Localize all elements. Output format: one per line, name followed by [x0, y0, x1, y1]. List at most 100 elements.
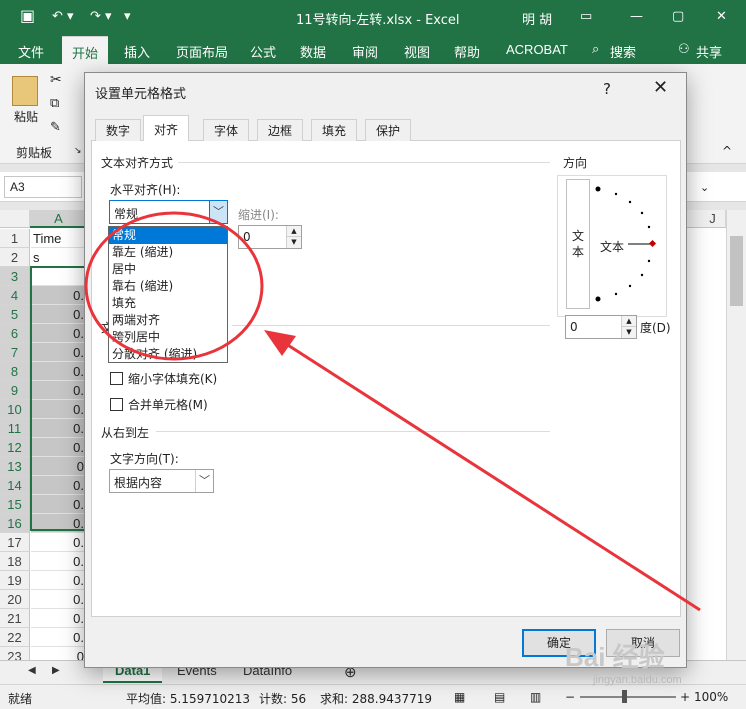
row-header[interactable]: 3: [0, 267, 30, 286]
page-layout-view-icon[interactable]: ▤: [494, 690, 505, 704]
row-header[interactable]: 21: [0, 609, 30, 628]
text-direction-select[interactable]: 根据内容 ﹀: [109, 469, 214, 493]
close-window-icon[interactable]: ✕: [716, 9, 727, 24]
help-button[interactable]: ?: [603, 80, 611, 98]
row-header[interactable]: 9: [0, 381, 30, 400]
normal-view-icon[interactable]: ▦: [454, 690, 465, 704]
vertical-text-button[interactable]: 文 本: [566, 179, 590, 309]
tab-formulas[interactable]: 公式: [250, 42, 276, 61]
cell-a[interactable]: 0.: [31, 590, 87, 609]
tab-help[interactable]: 帮助: [454, 42, 480, 61]
cell-a[interactable]: 0.: [31, 533, 87, 552]
paste-button[interactable]: 粘贴: [14, 108, 38, 125]
row-header[interactable]: 17: [0, 533, 30, 552]
degrees-spinner[interactable]: 0 ▲ ▼: [565, 315, 637, 339]
customize-qat-icon[interactable]: ▾: [124, 9, 131, 24]
dropdown-option[interactable]: 两端对齐: [109, 312, 227, 329]
dropdown-option[interactable]: 居中: [109, 261, 227, 278]
page-break-view-icon[interactable]: ▥: [530, 690, 541, 704]
row-header[interactable]: 14: [0, 476, 30, 495]
save-icon[interactable]: ▣: [20, 6, 35, 25]
tab-review[interactable]: 审阅: [352, 42, 378, 61]
tab-page-layout[interactable]: 页面布局: [176, 42, 228, 61]
cell-a[interactable]: s: [31, 248, 87, 267]
cell-a[interactable]: Time: [31, 229, 87, 248]
tab-home[interactable]: 开始: [62, 36, 109, 64]
spin-down-icon[interactable]: ▼: [621, 327, 636, 338]
row-header[interactable]: 6: [0, 324, 30, 343]
row-header[interactable]: 10: [0, 400, 30, 419]
expand-formula-icon[interactable]: ⌄: [700, 181, 709, 194]
vertical-scrollbar[interactable]: [726, 210, 746, 660]
tab-share[interactable]: 共享: [696, 42, 722, 61]
tab-number[interactable]: 数字: [95, 119, 142, 141]
row-header[interactable]: 7: [0, 343, 30, 362]
dropdown-option[interactable]: 填充: [109, 295, 227, 312]
search-icon[interactable]: ⌕: [592, 42, 599, 57]
row-header[interactable]: 4: [0, 286, 30, 305]
paste-icon[interactable]: [12, 76, 38, 106]
column-header-j[interactable]: J: [700, 210, 726, 228]
dropdown-option[interactable]: 分散对齐 (缩进): [109, 346, 227, 363]
collapse-ribbon-icon[interactable]: ^: [722, 144, 732, 158]
row-header[interactable]: 11: [0, 419, 30, 438]
merge-cells-checkbox[interactable]: 合并单元格(M): [110, 396, 208, 413]
tab-insert[interactable]: 插入: [124, 42, 150, 61]
tab-fill[interactable]: 填充: [311, 119, 358, 141]
tab-acrobat[interactable]: ACROBAT: [506, 42, 568, 57]
column-header-a[interactable]: A: [30, 210, 88, 228]
row-header[interactable]: 22: [0, 628, 30, 647]
row-header[interactable]: 15: [0, 495, 30, 514]
checkbox-box[interactable]: [110, 398, 123, 411]
tab-view[interactable]: 视图: [404, 42, 430, 61]
user-name[interactable]: 明 胡: [522, 9, 552, 28]
redo-icon[interactable]: ↷ ▾: [90, 9, 112, 24]
shrink-to-fit-checkbox[interactable]: 缩小字体填充(K): [110, 370, 217, 387]
next-sheet-icon[interactable]: ▶: [52, 665, 60, 676]
row-header[interactable]: 2: [0, 248, 30, 267]
row-header[interactable]: 16: [0, 514, 30, 533]
name-box[interactable]: A3: [4, 176, 82, 198]
dropdown-option[interactable]: 常规: [109, 227, 227, 244]
tab-border[interactable]: 边框: [257, 119, 304, 141]
maximize-icon[interactable]: ▢: [672, 9, 684, 24]
checkbox-box[interactable]: [110, 372, 123, 385]
clipboard-launcher-icon[interactable]: ↘: [74, 146, 82, 156]
tab-data[interactable]: 数据: [300, 42, 326, 61]
prev-sheet-icon[interactable]: ◀: [28, 665, 36, 676]
chevron-down-icon[interactable]: ﹀: [195, 470, 213, 492]
row-header[interactable]: 20: [0, 590, 30, 609]
ribbon-display-icon[interactable]: ▭: [580, 9, 592, 24]
tab-search[interactable]: 搜索: [610, 42, 636, 61]
row-header[interactable]: 5: [0, 305, 30, 324]
dropdown-option[interactable]: 靠右 (缩进): [109, 278, 227, 295]
dialog-close-button[interactable]: ✕: [653, 77, 668, 98]
cell-a[interactable]: 0.: [31, 552, 87, 571]
spin-up-icon[interactable]: ▲: [286, 226, 301, 237]
row-header[interactable]: 8: [0, 362, 30, 381]
chevron-down-icon[interactable]: ﹀: [209, 201, 227, 223]
row-header[interactable]: 18: [0, 552, 30, 571]
row-header[interactable]: 12: [0, 438, 30, 457]
cut-icon[interactable]: ✂: [50, 72, 62, 88]
cell-a[interactable]: 0.: [31, 609, 87, 628]
horizontal-align-select[interactable]: 常规 ﹀: [109, 200, 228, 224]
row-header[interactable]: 13: [0, 457, 30, 476]
select-all-corner[interactable]: [0, 210, 30, 228]
tab-font[interactable]: 字体: [203, 119, 250, 141]
spin-up-icon[interactable]: ▲: [621, 316, 636, 327]
tab-alignment[interactable]: 对齐: [143, 115, 190, 142]
format-painter-icon[interactable]: ✎: [50, 120, 61, 135]
cell-a[interactable]: 0.: [31, 628, 87, 647]
tab-file[interactable]: 文件: [18, 42, 44, 61]
share-icon[interactable]: ⚇: [678, 42, 690, 57]
cell-a[interactable]: 0.: [31, 571, 87, 590]
indent-spinner[interactable]: 0 ▲ ▼: [238, 225, 302, 249]
row-header[interactable]: 1: [0, 229, 30, 248]
dropdown-option[interactable]: 靠左 (缩进): [109, 244, 227, 261]
scrollbar-thumb[interactable]: [730, 236, 743, 306]
copy-icon[interactable]: ⧉: [50, 96, 59, 111]
spin-down-icon[interactable]: ▼: [286, 237, 301, 248]
tab-protection[interactable]: 保护: [365, 119, 412, 141]
undo-icon[interactable]: ↶ ▾: [52, 9, 74, 24]
